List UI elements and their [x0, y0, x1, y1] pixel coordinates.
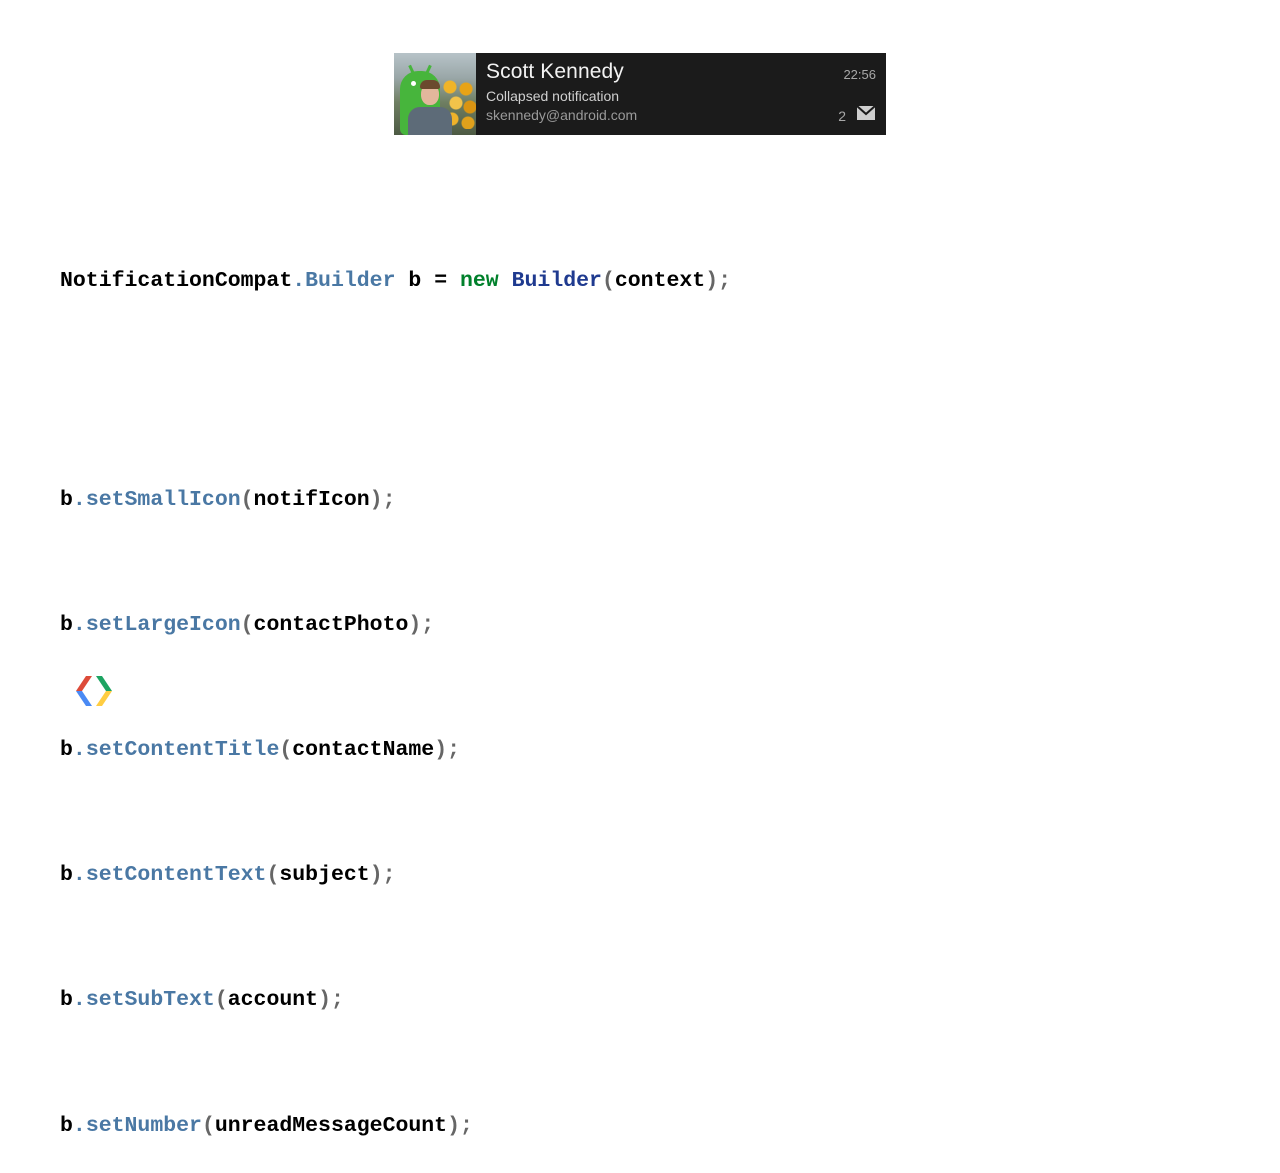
code-close-paren: ) — [434, 738, 448, 763]
code-close-paren: ) — [369, 863, 383, 888]
code-arg: subject — [279, 863, 370, 888]
code-line-set-large-icon: b.setLargeIcon(contactPhoto); — [60, 610, 731, 641]
notification-text: Collapsed notification — [486, 88, 620, 104]
code-close-paren: ) — [318, 988, 331, 1013]
code-semicolon: ; — [382, 863, 396, 888]
code-receiver: b — [60, 988, 73, 1013]
code-open-paren: ( — [601, 268, 615, 293]
code-receiver: b — [60, 612, 73, 637]
person-hair — [420, 80, 440, 89]
code-dot: . — [72, 612, 86, 637]
code-method: setSubText — [85, 988, 215, 1013]
code-line-set-content-title: b.setContentTitle(contactName); — [60, 735, 731, 766]
mail-icon — [857, 106, 875, 120]
code-line-set-number: b.setNumber(unreadMessageCount); — [60, 1111, 731, 1142]
code-close-paren: ) — [369, 487, 383, 512]
code-method: setNumber — [85, 1113, 202, 1138]
code-open-paren: ( — [279, 738, 293, 763]
notification-number: 2 — [838, 108, 846, 124]
code-method: setLargeIcon — [85, 612, 241, 637]
code-semicolon: ; — [447, 738, 461, 763]
code-semicolon: ; — [382, 487, 396, 512]
code-dot: . — [72, 738, 86, 763]
code-close-paren: ) — [447, 1113, 460, 1138]
code-open-paren: ( — [214, 988, 228, 1013]
notification-card[interactable]: Scott Kennedy Collapsed notification ske… — [394, 53, 886, 135]
code-open-paren: ( — [266, 863, 280, 888]
code-method: setContentText — [85, 863, 267, 888]
code-line-set-sub-text: b.setSubText(account); — [60, 985, 731, 1016]
notification-subtext: skennedy@android.com — [486, 107, 638, 123]
notification-title: Scott Kennedy — [486, 60, 624, 83]
code-open-paren: ( — [240, 487, 254, 512]
code-open-paren: ( — [201, 1113, 215, 1138]
code-semicolon: ; — [718, 268, 731, 293]
code-arg: notifIcon — [253, 487, 370, 512]
code-receiver: b — [60, 738, 73, 763]
code-dot: . — [292, 268, 306, 293]
code-receiver: b — [60, 487, 73, 512]
code-line-set-small-icon: b.setSmallIcon(notifIcon); — [60, 485, 731, 516]
code-semicolon: ; — [460, 1113, 473, 1138]
code-dot: . — [72, 863, 86, 888]
code-block: NotificationCompat.Builder b = new Build… — [60, 203, 731, 1173]
code-close-paren: ) — [408, 612, 422, 637]
code-dot: . — [72, 988, 86, 1013]
code-semicolon: ; — [330, 988, 344, 1013]
code-semicolon: ; — [421, 612, 435, 637]
notification-content: Scott Kennedy Collapsed notification ske… — [476, 53, 886, 135]
code-line-builder: NotificationCompat.Builder b = new Build… — [60, 266, 731, 297]
code-type-builder: Builder — [511, 268, 602, 293]
code-dot: . — [72, 487, 86, 512]
code-arg: context — [614, 268, 706, 293]
code-keyword-new: new — [460, 268, 499, 293]
code-dot: . — [72, 1113, 86, 1138]
code-class-name: NotificationCompat — [60, 268, 293, 293]
code-arg: account — [227, 988, 319, 1013]
code-var-decl: b = — [395, 268, 460, 293]
code-method: setSmallIcon — [85, 487, 241, 512]
code-arg: contactName — [292, 738, 435, 763]
google-developers-logo — [76, 676, 112, 706]
code-arg: contactPhoto — [253, 612, 409, 637]
code-receiver: b — [60, 1113, 73, 1138]
code-builder-class: Builder — [305, 268, 396, 293]
code-receiver: b — [60, 863, 73, 888]
person-body — [408, 107, 452, 135]
code-open-paren: ( — [240, 612, 254, 637]
notification-time: 22:56 — [843, 67, 876, 82]
code-close-paren: ) — [705, 268, 719, 293]
code-method: setContentTitle — [85, 738, 280, 763]
code-arg: unreadMessageCount — [214, 1113, 448, 1138]
contact-photo — [394, 53, 476, 135]
code-line-set-content-text: b.setContentText(subject); — [60, 860, 731, 891]
